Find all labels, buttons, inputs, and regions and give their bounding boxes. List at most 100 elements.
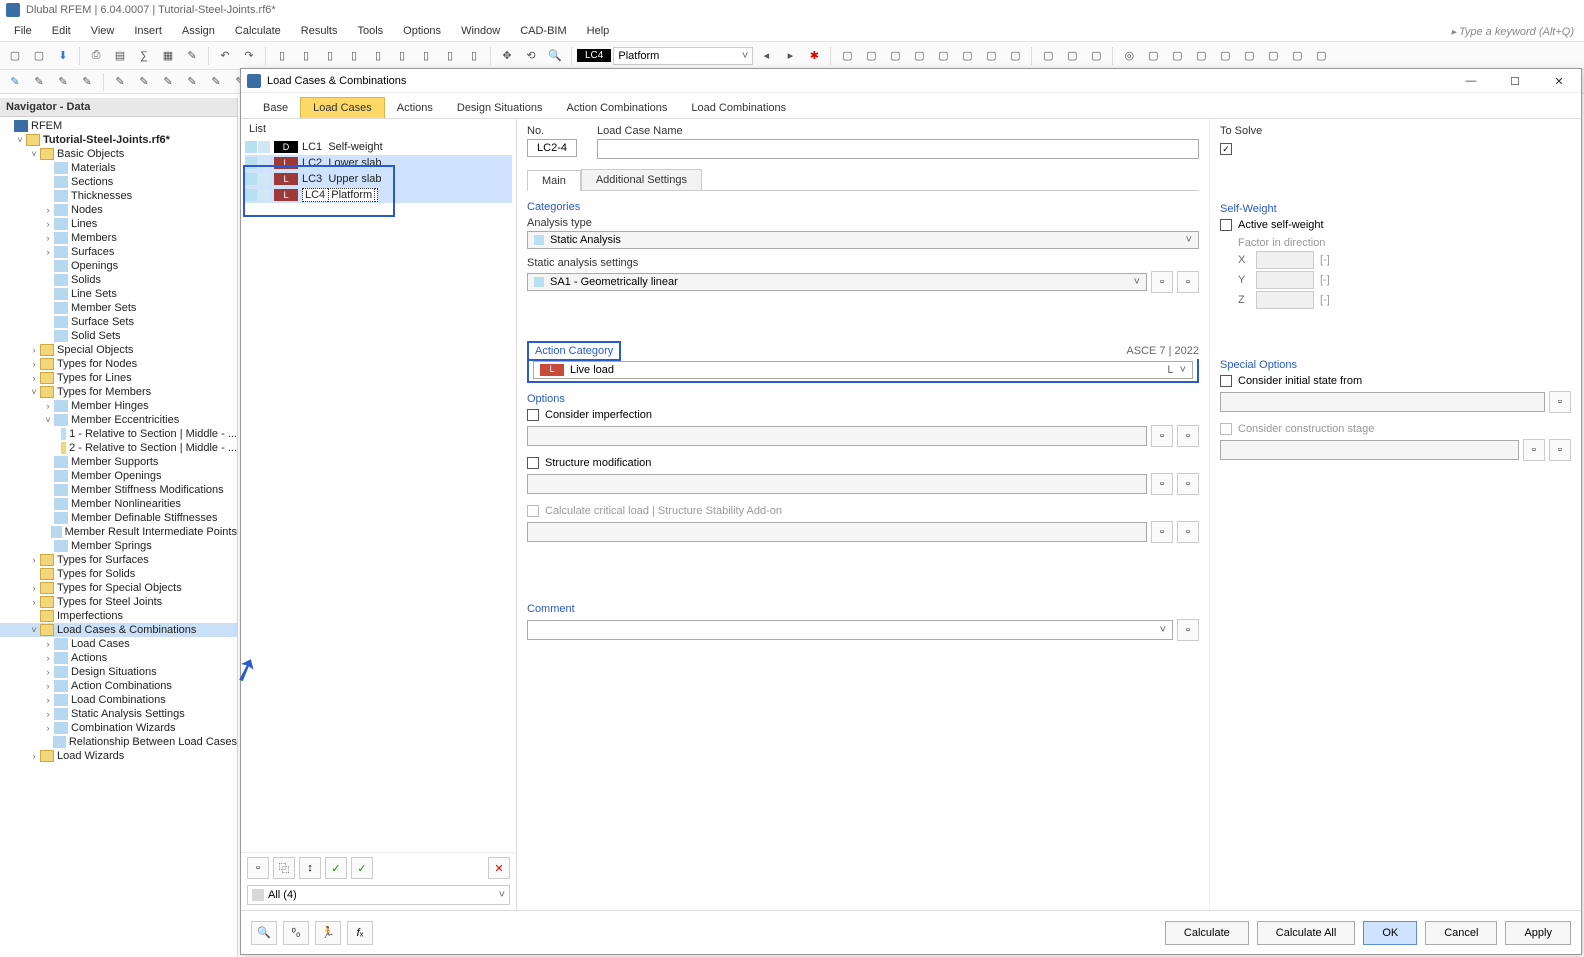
t-n-icon[interactable]: ▢ <box>1190 45 1212 67</box>
imperf-edit-button[interactable]: ▫ <box>1177 425 1199 447</box>
expand-icon[interactable]: ˅ <box>28 625 40 635</box>
minimize-button[interactable]: — <box>1449 69 1493 93</box>
dialog-titlebar[interactable]: Load Cases & Combinations — ☐ ✕ <box>241 69 1581 93</box>
expand-icon[interactable]: › <box>42 681 54 691</box>
consider-imperf-checkbox[interactable] <box>527 409 539 421</box>
rotate-icon[interactable]: ⟲ <box>520 45 542 67</box>
expand-icon[interactable]: › <box>28 555 40 565</box>
calccrit-new-button[interactable]: ▫ <box>1151 521 1173 543</box>
new-lc-button[interactable]: ▫ <box>247 857 269 879</box>
t-l-icon[interactable]: ▢ <box>1142 45 1164 67</box>
tab-load-cases[interactable]: Load Cases <box>300 97 385 118</box>
draw8-icon[interactable]: ✎ <box>181 71 203 93</box>
view7-icon[interactable]: ▯ <box>415 45 437 67</box>
undo-icon[interactable]: ↶ <box>214 45 236 67</box>
lc-new-icon[interactable]: ✱ <box>803 45 825 67</box>
name-input[interactable] <box>597 139 1199 159</box>
sort-lc-button[interactable]: ↕ <box>299 857 321 879</box>
tab-load-combinations[interactable]: Load Combinations <box>679 98 798 118</box>
draw5-icon[interactable]: ✎ <box>109 71 131 93</box>
help-button[interactable]: 🔍 <box>251 921 277 945</box>
menu-cadbim[interactable]: CAD-BIM <box>510 23 576 39</box>
expand-icon[interactable]: › <box>28 373 40 383</box>
initial-state-btn[interactable]: ▫ <box>1549 391 1571 413</box>
t-s-icon[interactable]: ▢ <box>1310 45 1332 67</box>
menu-view[interactable]: View <box>81 23 125 39</box>
redo-icon[interactable]: ↷ <box>238 45 260 67</box>
comment-combo[interactable]: ˅ <box>527 620 1173 640</box>
view4-icon[interactable]: ▯ <box>343 45 365 67</box>
t-g-icon[interactable]: ▢ <box>980 45 1002 67</box>
cs-btn2[interactable]: ▫ <box>1549 439 1571 461</box>
save-icon[interactable]: ⬇ <box>52 45 74 67</box>
menu-results[interactable]: Results <box>291 23 348 39</box>
expand-icon[interactable]: ˅ <box>28 149 40 159</box>
check-lc-button[interactable]: ✓ <box>325 857 347 879</box>
script-icon[interactable]: ✎ <box>181 45 203 67</box>
expand-icon[interactable]: › <box>42 695 54 705</box>
menu-edit[interactable]: Edit <box>42 23 81 39</box>
draw7-icon[interactable]: ✎ <box>157 71 179 93</box>
expand-icon[interactable]: › <box>42 653 54 663</box>
expand-icon[interactable]: › <box>42 667 54 677</box>
keyword-search[interactable]: ▸ Type a keyword (Alt+Q) <box>1451 26 1574 38</box>
open-icon[interactable]: ▢ <box>28 45 50 67</box>
units-button[interactable]: ⁰₀ <box>283 921 309 945</box>
draw4-icon[interactable]: ✎ <box>76 71 98 93</box>
t-r-icon[interactable]: ▢ <box>1286 45 1308 67</box>
uncheck-lc-button[interactable]: ✓ <box>351 857 373 879</box>
t-o-icon[interactable]: ▢ <box>1214 45 1236 67</box>
close-button[interactable]: ✕ <box>1537 69 1581 93</box>
t-m-icon[interactable]: ▢ <box>1166 45 1188 67</box>
expand-icon[interactable]: › <box>42 219 54 229</box>
sas-new-button[interactable]: ▫ <box>1151 271 1173 293</box>
cancel-button[interactable]: Cancel <box>1425 921 1497 945</box>
view6-icon[interactable]: ▯ <box>391 45 413 67</box>
sub-tab-additional[interactable]: Additional Settings <box>581 169 702 190</box>
expand-icon[interactable]: ˅ <box>42 415 54 425</box>
expand-icon[interactable]: ˅ <box>14 135 26 145</box>
expand-icon[interactable]: › <box>42 401 54 411</box>
t-q-icon[interactable]: ▢ <box>1262 45 1284 67</box>
t-k-icon[interactable]: ▢ <box>1085 45 1107 67</box>
tab-design-situations[interactable]: Design Situations <box>445 98 555 118</box>
graph-button[interactable]: 🏃 <box>315 921 341 945</box>
filter-combo[interactable]: All (4)˅ <box>247 885 510 905</box>
print-icon[interactable]: ⎙ <box>85 45 107 67</box>
action-category-combo[interactable]: LLive loadL ˅ <box>533 361 1193 379</box>
view2-icon[interactable]: ▯ <box>295 45 317 67</box>
delete-lc-button[interactable]: ✕ <box>488 857 510 879</box>
menu-help[interactable]: Help <box>577 23 620 39</box>
to-solve-checkbox[interactable] <box>1220 143 1232 155</box>
expand-icon[interactable]: › <box>28 583 40 593</box>
tab-base[interactable]: Base <box>251 98 300 118</box>
ok-button[interactable]: OK <box>1363 921 1417 945</box>
menu-window[interactable]: Window <box>451 23 510 39</box>
t-c-icon[interactable]: ▢ <box>884 45 906 67</box>
view8-icon[interactable]: ▯ <box>439 45 461 67</box>
calculate-all-button[interactable]: Calculate All <box>1257 921 1356 945</box>
list-row-lc1[interactable]: DLC1 Self-weight <box>245 139 512 155</box>
expand-icon[interactable]: › <box>42 723 54 733</box>
menu-assign[interactable]: Assign <box>172 23 225 39</box>
find-icon[interactable]: ◎ <box>1118 45 1140 67</box>
menu-tools[interactable]: Tools <box>347 23 393 39</box>
maximize-button[interactable]: ☐ <box>1493 69 1537 93</box>
list-content[interactable]: DLC1 Self-weight LLC2 Lower slab LLC3 Up… <box>241 139 516 852</box>
apply-button[interactable]: Apply <box>1505 921 1571 945</box>
expand-icon[interactable]: › <box>28 597 40 607</box>
expand-icon[interactable]: › <box>42 233 54 243</box>
calc-icon[interactable]: ∑ <box>133 45 155 67</box>
structmod-edit-button[interactable]: ▫ <box>1177 473 1199 495</box>
copy-lc-button[interactable]: ⿻ <box>273 857 295 879</box>
analysis-type-combo[interactable]: Static Analysis˅ <box>527 231 1199 249</box>
sub-tab-main[interactable]: Main <box>527 170 581 191</box>
structure-mod-checkbox[interactable] <box>527 457 539 469</box>
menu-options[interactable]: Options <box>393 23 451 39</box>
menu-file[interactable]: File <box>4 23 42 39</box>
expand-icon[interactable]: ˅ <box>28 387 40 397</box>
draw6-icon[interactable]: ✎ <box>133 71 155 93</box>
expand-icon[interactable]: › <box>28 751 40 761</box>
cs-btn1[interactable]: ▫ <box>1523 439 1545 461</box>
t-f-icon[interactable]: ▢ <box>956 45 978 67</box>
